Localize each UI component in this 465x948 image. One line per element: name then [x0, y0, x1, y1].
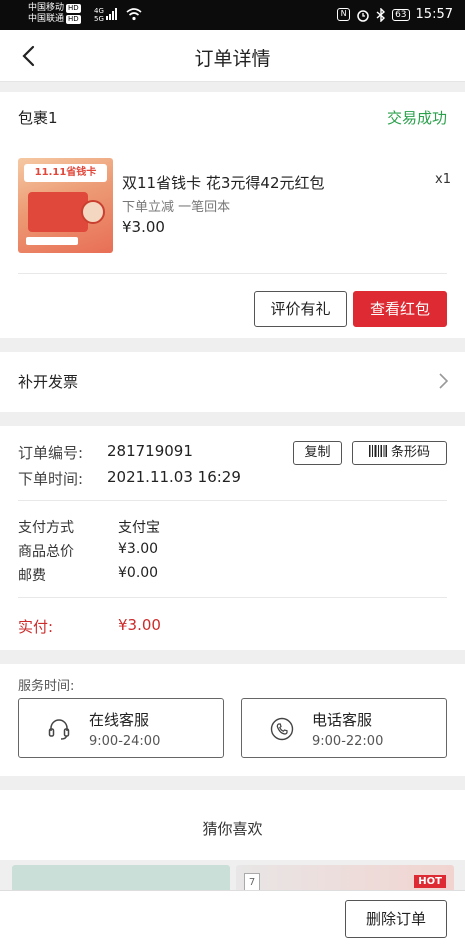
product-subtitle: 下单立减 一笔回本	[122, 200, 231, 215]
red-card-graphic	[28, 192, 88, 232]
goods-total-label: 商品总价	[18, 544, 74, 560]
order-time-value: 2021.11.03 16:29	[107, 468, 241, 486]
paid-value: ¥3.00	[118, 616, 161, 634]
phone-icon	[270, 717, 294, 741]
package-title: 包裹1	[18, 109, 58, 127]
copy-button[interactable]: 复制	[293, 441, 342, 465]
wifi-icon	[126, 8, 142, 21]
recommend-title: 猜你喜欢	[202, 820, 263, 838]
package-card: 包裹1 交易成功 11.11省钱卡 双11省钱卡 花3元得42元红包 下单立减 …	[0, 92, 465, 338]
bluetooth-icon	[376, 7, 386, 22]
order-info-card: 订单编号: 281719091 复制 条形码 下单时间: 2021.11.03 …	[0, 426, 465, 650]
service-time-label: 服务时间:	[18, 679, 75, 694]
carrier-info: 中国移动 HD 中国联通 HD	[28, 3, 81, 25]
recommend-header: 猜你喜欢	[0, 790, 465, 860]
status-icons: N 63 15:57	[337, 7, 453, 22]
nfc-icon: N	[337, 8, 351, 21]
invoice-row[interactable]: 补开发票	[0, 352, 465, 412]
service-card: 服务时间: 在线客服 9:00-24:00 电话客服 9:00-22:00	[0, 664, 465, 776]
delete-order-button[interactable]: 删除订单	[345, 900, 447, 938]
invoice-label: 补开发票	[18, 373, 79, 391]
online-service-button[interactable]: 在线客服 9:00-24:00	[18, 698, 224, 758]
clock: 15:57	[415, 7, 453, 22]
bottom-action-bar: 删除订单	[0, 890, 465, 948]
product-image-banner: 11.11省钱卡	[24, 164, 107, 182]
network-type: 4G 5G	[94, 7, 104, 23]
online-service-hours: 9:00-24:00	[89, 734, 161, 749]
order-number-value: 281719091	[107, 442, 193, 460]
review-button[interactable]: 评价有礼	[254, 291, 347, 327]
shipping-label: 邮费	[18, 568, 46, 584]
battery-icon: 63	[392, 8, 410, 21]
shipping-value: ¥0.00	[118, 565, 159, 581]
order-status: 交易成功	[386, 109, 447, 127]
pay-method-value: 支付宝	[118, 520, 160, 536]
carrier-1: 中国移动 HD	[28, 3, 81, 13]
divider	[18, 273, 447, 274]
phone-service-hours: 9:00-22:00	[312, 734, 384, 749]
barcode-button[interactable]: 条形码	[352, 441, 447, 465]
barcode-button-label: 条形码	[390, 445, 430, 460]
nav-header: 订单详情	[0, 30, 465, 82]
pay-method-label: 支付方式	[18, 520, 74, 536]
product-quantity: x1	[435, 172, 451, 187]
status-bar: 中国移动 HD 中国联通 HD 4G 5G N 63 15:57	[0, 0, 465, 30]
chevron-right-icon	[439, 373, 449, 389]
order-time-label: 下单时间:	[18, 470, 84, 488]
divider	[18, 500, 447, 501]
product-image[interactable]: 11.11省钱卡	[18, 158, 113, 253]
phone-service-name: 电话客服	[312, 711, 373, 729]
image-strip	[26, 237, 78, 245]
barcode-icon	[368, 445, 387, 457]
paid-label: 实付:	[18, 618, 54, 636]
view-redpacket-button[interactable]: 查看红包	[353, 291, 447, 327]
goods-total-value: ¥3.00	[118, 541, 159, 557]
product-name[interactable]: 双11省钱卡 花3元得42元红包	[122, 172, 325, 193]
hot-badge: HOT	[414, 875, 446, 888]
phone-service-button[interactable]: 电话客服 9:00-22:00	[241, 698, 447, 758]
order-number-label: 订单编号:	[18, 444, 84, 462]
divider	[18, 597, 447, 598]
alarm-icon	[357, 9, 369, 22]
coin-graphic	[81, 200, 105, 224]
carrier-2: 中国联通 HD	[28, 14, 81, 24]
product-price: ¥3.00	[122, 218, 165, 236]
headset-icon	[48, 719, 70, 740]
signal-icon	[106, 8, 120, 20]
online-service-name: 在线客服	[89, 711, 150, 729]
page-title: 订单详情	[194, 48, 271, 70]
